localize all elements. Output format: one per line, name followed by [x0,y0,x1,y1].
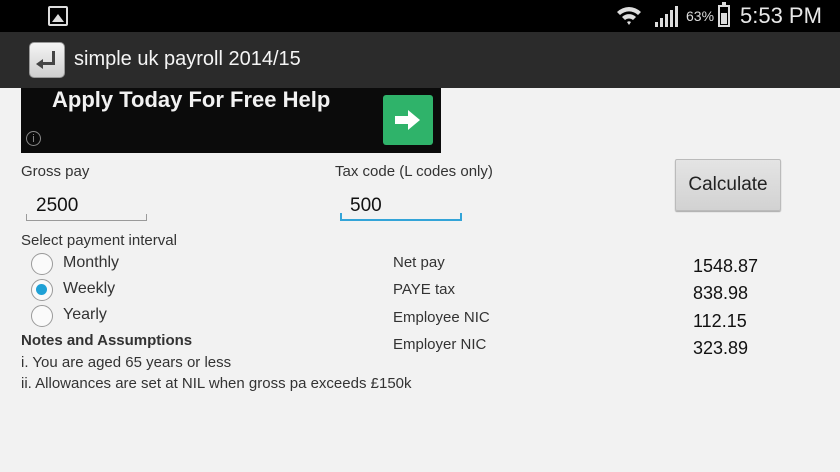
arrow-right-icon[interactable] [383,95,433,145]
radio-label-monthly[interactable]: Monthly [63,254,119,272]
paye-tax-label: PAYE tax [393,281,455,298]
employee-nic-label: Employee NIC [393,309,490,326]
battery-icon [718,2,730,27]
app-title: simple uk payroll 2014/15 [74,48,301,70]
app-icon[interactable] [29,42,65,78]
payment-interval-label: Select payment interval [21,232,177,249]
tax-code-input[interactable]: 500 [340,193,462,221]
status-bar: 63% 5:53 PM [0,0,840,32]
gross-pay-value: 2500 [36,195,79,216]
notes-title: Notes and Assumptions [21,332,193,349]
note-item: i. You are aged 65 years or less [21,354,232,371]
net-pay-label: Net pay [393,254,445,271]
action-bar: simple uk payroll 2014/15 [0,32,840,88]
note-item: ii. Allowances are set at NIL when gross… [21,375,412,392]
calculate-button[interactable]: Calculate [675,159,781,211]
gallery-notification-icon [48,6,68,26]
info-icon[interactable]: i [26,131,41,146]
paye-tax-value: 838.98 [693,283,749,303]
employee-nic-value: 112.15 [693,311,747,331]
gross-pay-input[interactable]: 2500 [26,193,147,221]
battery-percent: 63% [686,8,715,24]
radio-button-checked[interactable] [31,279,53,301]
clock: 5:53 PM [740,3,822,28]
net-pay-value: 1548.87 [693,256,759,276]
employer-nic-value: 323.89 [693,338,749,358]
tax-code-label: Tax code (L codes only) [335,163,493,180]
tax-code-value: 500 [350,195,382,216]
signal-icon [655,6,678,27]
wifi-icon [617,7,641,25]
employer-nic-label: Employer NIC [393,336,487,353]
radio-button[interactable] [31,305,53,327]
gross-pay-label: Gross pay [21,163,90,180]
radio-label-weekly[interactable]: Weekly [63,280,115,298]
ad-banner[interactable]: Apply Today For Free Help i [21,88,441,153]
ad-text[interactable]: Apply Today For Free Help [52,88,330,113]
radio-label-yearly[interactable]: Yearly [63,306,107,324]
radio-button[interactable] [31,253,53,275]
